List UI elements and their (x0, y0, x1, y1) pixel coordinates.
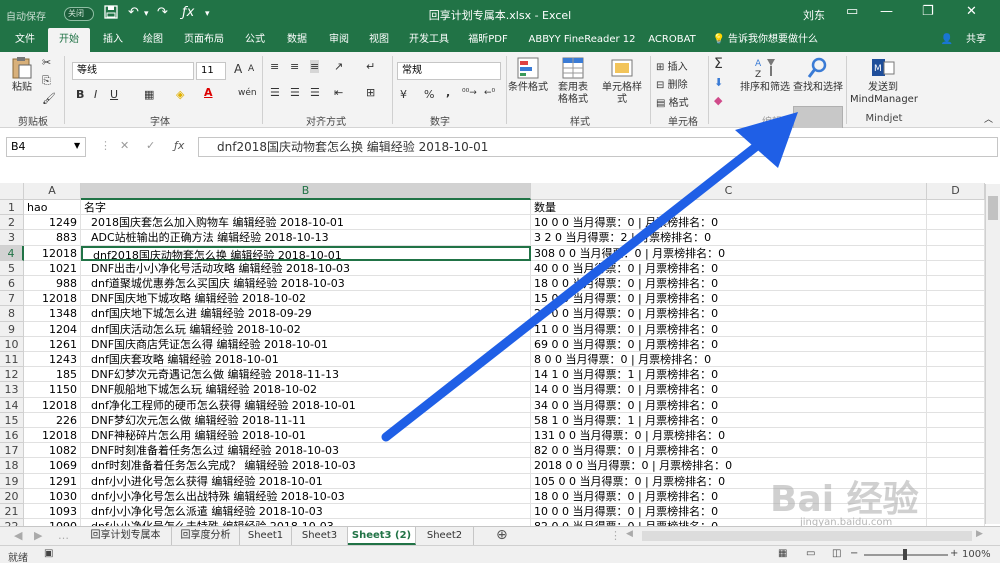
zoom-in-icon[interactable]: + (950, 548, 958, 559)
zoom-slider-thumb[interactable] (903, 549, 907, 560)
hscroll-left-icon[interactable]: ◀ (626, 529, 633, 539)
arrow-shaft (381, 137, 767, 442)
page-layout-view-icon[interactable]: ▭ (806, 548, 815, 559)
sheet-tab-active[interactable]: Sheet3 (2) (348, 527, 416, 545)
zoom-out-icon[interactable]: − (850, 548, 858, 559)
prev-sheet-icon[interactable]: ◀ (14, 529, 22, 542)
sheet-tab[interactable]: Sheet3 (292, 527, 348, 545)
baidu-watermark: Bai 经验 (770, 479, 919, 520)
add-sheet-icon[interactable]: ⊕ (496, 527, 508, 543)
sheet-tab[interactable]: Sheet2 (416, 527, 474, 545)
sheet-tab[interactable]: Sheet1 (240, 527, 292, 545)
macro-record-icon[interactable]: ▣ (44, 548, 53, 559)
sheet-tab[interactable]: 回享度分析 (172, 527, 240, 545)
zoom-level[interactable]: 100% (962, 549, 991, 560)
hscroll-right-icon[interactable]: ▶ (976, 529, 983, 539)
sheet-tab[interactable]: 回享计划专属本 (80, 527, 172, 545)
status-ready: 就绪 (8, 553, 28, 564)
sheet-tab-bar: ◀ ▶ … 回享计划专属本 回享度分析 Sheet1 Sheet3 Sheet3… (0, 526, 1000, 545)
status-bar: 就绪 ▣ ▦ ▭ ◫ − + 100% (0, 545, 1000, 564)
tab-split-icon[interactable]: ⋮ (610, 529, 621, 542)
normal-view-icon[interactable]: ▦ (778, 548, 787, 559)
page-break-view-icon[interactable]: ◫ (832, 548, 841, 559)
sheet-more-icon[interactable]: … (58, 529, 69, 542)
next-sheet-icon[interactable]: ▶ (34, 529, 42, 542)
horizontal-scrollbar[interactable] (642, 531, 972, 541)
